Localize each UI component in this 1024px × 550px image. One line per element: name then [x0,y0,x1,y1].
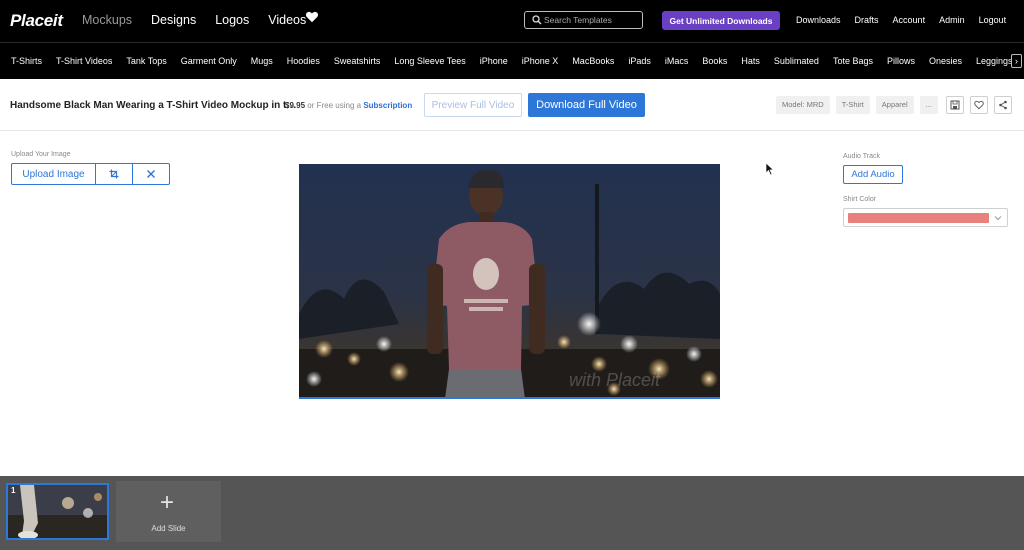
search-input[interactable] [544,13,640,27]
share-button[interactable] [994,96,1012,114]
video-frame-image: with Placeit [299,164,720,397]
slide-thumbnail-image [8,485,107,538]
category-item[interactable]: Tote Bags [833,56,873,66]
price-value: $9.95 [285,101,306,110]
shirt-color-select[interactable] [843,208,1008,227]
category-item[interactable]: iPhone [480,56,508,66]
nav-downloads[interactable]: Downloads [796,15,841,25]
preview-full-video-button[interactable]: Preview Full Video [424,93,522,117]
crop-button[interactable] [96,164,133,184]
search-box[interactable] [524,11,643,29]
video-preview[interactable]: with Placeit [299,164,720,399]
tag-tshirt[interactable]: T-Shirt [835,96,870,114]
category-item[interactable]: MacBooks [572,56,614,66]
nav-logos[interactable]: Logos [215,13,249,27]
nav-mockups[interactable]: Mockups [82,13,132,27]
category-list: T-Shirts T-Shirt Videos Tank Tops Garmen… [11,56,1013,66]
save-icon [950,100,960,110]
category-item[interactable]: T-Shirt Videos [56,56,112,66]
category-item[interactable]: Pillows [887,56,915,66]
nav-designs[interactable]: Designs [151,13,196,27]
category-item[interactable]: Leggings [976,56,1013,66]
category-item[interactable]: T-Shirts [11,56,42,66]
share-icon [999,100,1007,110]
slide-strip: 1 + Add Slide [0,476,1024,550]
mouse-cursor-icon [765,162,775,176]
nav-logout[interactable]: Logout [979,15,1007,25]
category-item[interactable]: Long Sleeve Tees [394,56,465,66]
add-slide-button[interactable]: + Add Slide [116,481,221,542]
nav-account[interactable]: Account [893,15,926,25]
upload-image-label: Upload Your Image [11,151,71,158]
category-scroll-right-icon[interactable]: › [1011,54,1022,68]
category-item[interactable]: Sublimated [774,56,819,66]
top-navigation-bar: Placeit Mockups Designs Logos Videos Get… [0,0,1024,42]
category-item[interactable]: iMacs [665,56,689,66]
category-item[interactable]: Tank Tops [126,56,166,66]
price-or-text: or Free using a [307,101,362,110]
category-item[interactable]: Onesies [929,56,962,66]
slide-thumbnail[interactable]: 1 [6,483,109,540]
plus-icon: + [160,489,175,516]
price-info: $9.95 or Free using a Subscription [285,101,412,110]
placeit-logo[interactable]: Placeit [10,11,63,31]
subscription-link[interactable]: Subscription [363,101,412,110]
category-item[interactable]: iPads [628,56,651,66]
nav-videos[interactable]: Videos [268,13,306,27]
nav-drafts[interactable]: Drafts [855,15,879,25]
category-item[interactable]: Hats [741,56,760,66]
crop-icon [109,169,119,179]
download-full-video-button[interactable]: Download Full Video [528,93,645,117]
add-audio-button[interactable]: Add Audio [843,165,903,184]
favorite-button[interactable] [970,96,988,114]
svg-text:with Placeit: with Placeit [569,370,661,390]
shirt-color-label: Shirt Color [843,196,877,203]
remove-image-button[interactable] [133,164,169,184]
category-bar: T-Shirts T-Shirt Videos Tank Tops Garmen… [0,42,1024,79]
save-button[interactable] [946,96,964,114]
main-nav: Mockups Designs Logos Videos [82,13,306,27]
slide-number: 1 [11,486,16,495]
search-icon [532,15,542,25]
chevron-down-icon [994,216,1002,221]
page-title: Handsome Black Man Wearing a T-Shirt Vid… [10,100,297,111]
tag-more[interactable]: ... [919,96,938,114]
heart-icon[interactable] [305,10,319,24]
category-item[interactable]: iPhone X [522,56,559,66]
category-item[interactable]: Hoodies [287,56,320,66]
category-item[interactable]: Books [702,56,727,66]
heart-outline-icon [974,100,984,110]
add-slide-label: Add Slide [151,524,186,533]
upload-controls: Upload Image [11,163,170,185]
category-item[interactable]: Garment Only [181,56,237,66]
close-icon [147,170,155,178]
category-item[interactable]: Sweatshirts [334,56,381,66]
upload-image-button[interactable]: Upload Image [12,164,96,184]
audio-track-label: Audio Track [843,153,880,160]
category-item[interactable]: Mugs [251,56,273,66]
tag-model[interactable]: Model: MRD [776,96,830,114]
product-toolbar: Handsome Black Man Wearing a T-Shirt Vid… [0,79,1024,131]
tag-apparel[interactable]: Apparel [875,96,914,114]
user-nav: Downloads Drafts Account Admin Logout [796,15,1006,25]
get-unlimited-downloads-button[interactable]: Get Unlimited Downloads [662,11,780,30]
nav-admin[interactable]: Admin [939,15,965,25]
shirt-color-swatch [848,213,989,223]
tag-list: Model: MRD T-Shirt Apparel ... [776,96,938,114]
